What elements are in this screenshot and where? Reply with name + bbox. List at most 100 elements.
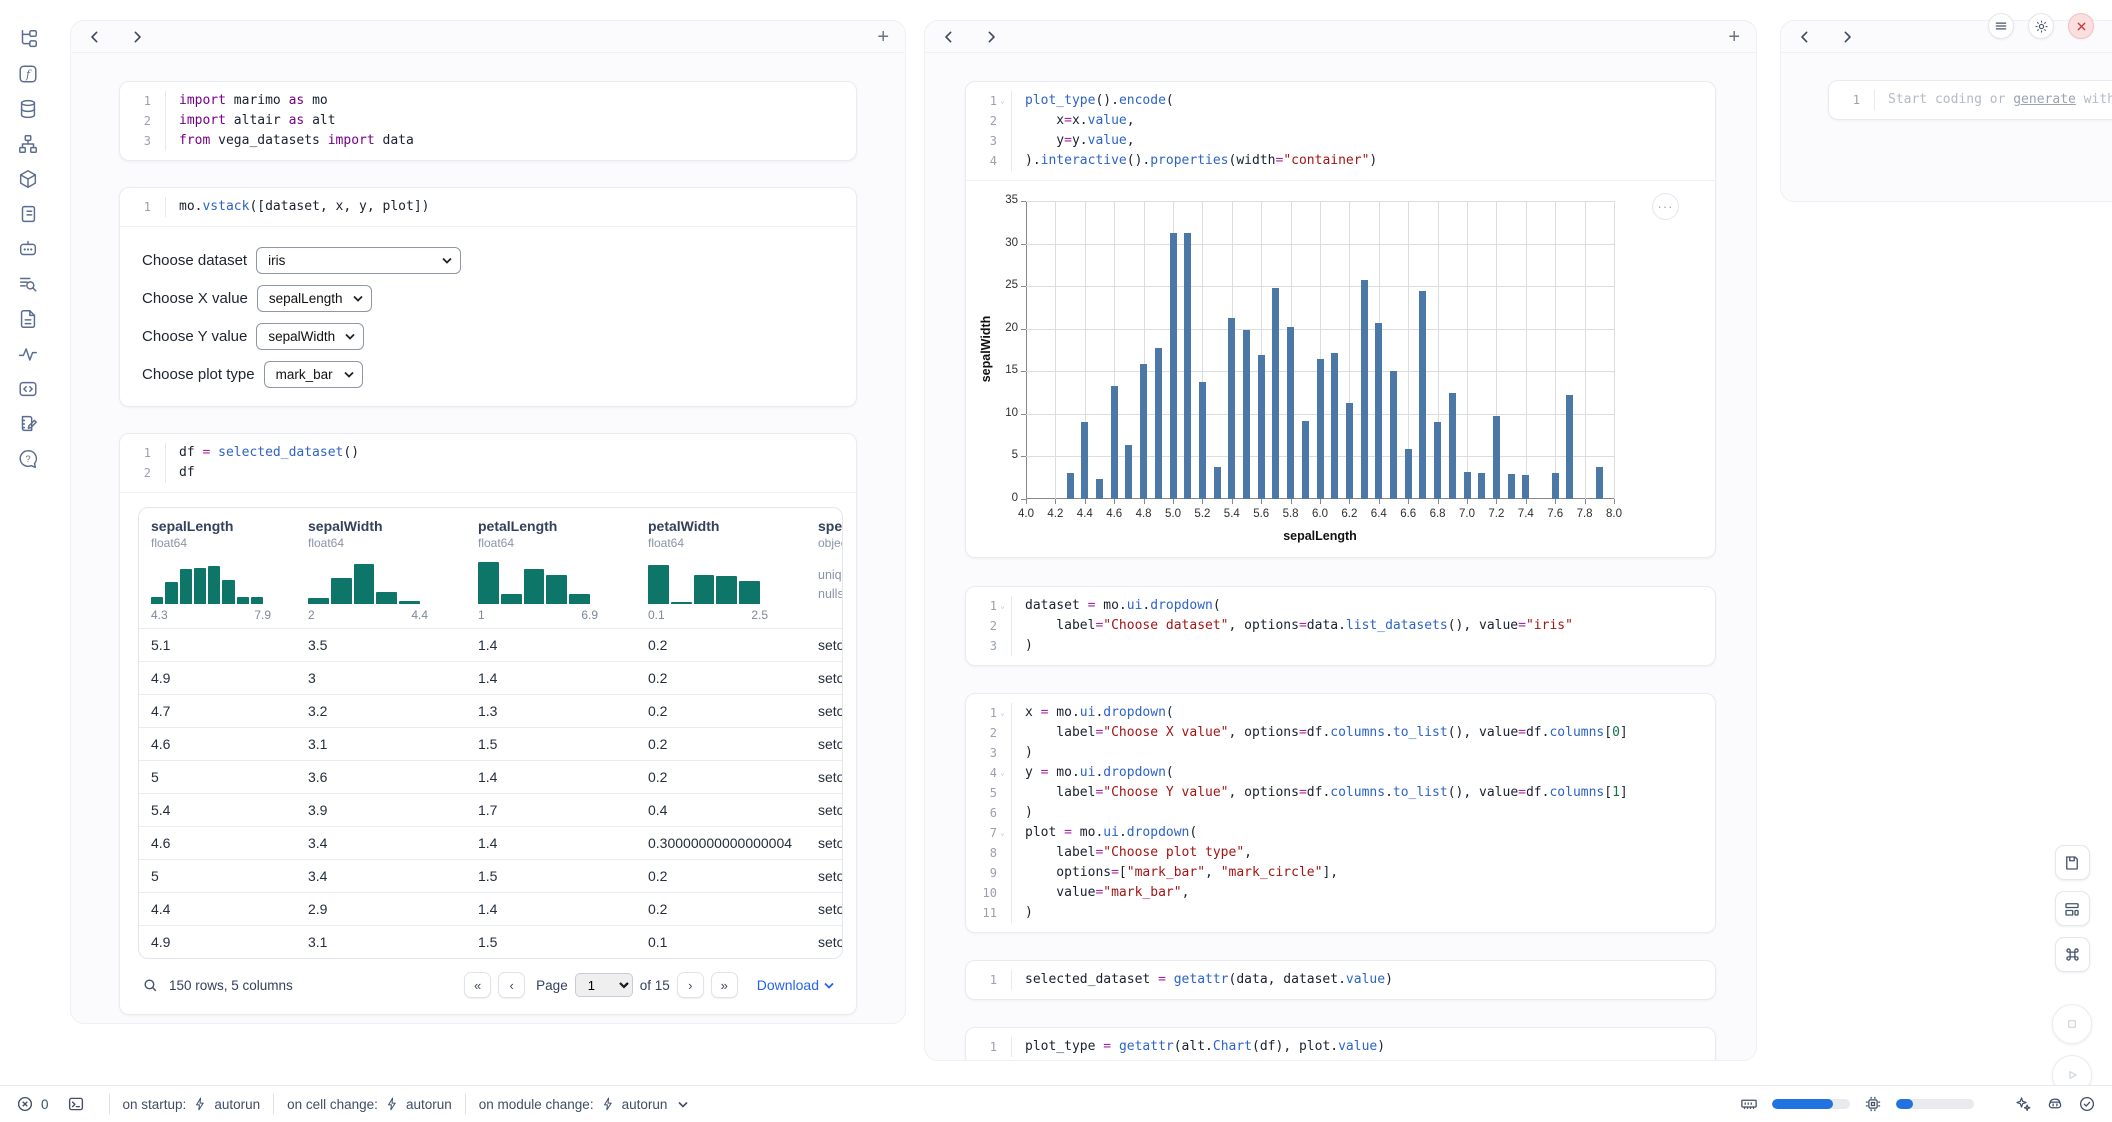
- generate-link[interactable]: generate: [2013, 92, 2076, 107]
- code-editor[interactable]: 1⌄x = mo.ui.dropdown(2 label="Choose X v…: [966, 694, 1715, 932]
- sidebar-dependency-graph-icon[interactable]: [17, 133, 39, 155]
- table-row[interactable]: 4.93.11.50.1setosa: [139, 925, 842, 958]
- settings-button[interactable]: [2028, 13, 2054, 39]
- cell-dataframe[interactable]: 1df = selected_dataset()2df sepalLengthf…: [119, 433, 857, 1015]
- sidebar-file-explorer-icon[interactable]: [17, 28, 39, 50]
- bar[interactable]: [1096, 479, 1103, 499]
- column-header-petalWidth[interactable]: petalWidthfloat640.12.5: [636, 508, 806, 628]
- column-header-species[interactable]: speciesobjectunique:nulls:: [806, 508, 843, 628]
- dropdown-select[interactable]: iris: [256, 247, 461, 274]
- sidebar-datasources-icon[interactable]: [17, 98, 39, 120]
- cell-vstack[interactable]: 1mo.vstack([dataset, x, y, plot]) Choose…: [119, 187, 857, 407]
- bar[interactable]: [1067, 473, 1074, 499]
- bar[interactable]: [1125, 445, 1132, 499]
- sidebar-scratchpad-icon[interactable]: [17, 273, 39, 295]
- bar[interactable]: [1331, 353, 1338, 499]
- add-cell-button[interactable]: +: [877, 27, 889, 47]
- bar[interactable]: [1508, 474, 1515, 499]
- sidebar-documentation-icon[interactable]: [17, 308, 39, 330]
- add-cell-button[interactable]: +: [1728, 27, 1740, 47]
- copilot-icon[interactable]: [2046, 1095, 2064, 1113]
- error-indicator[interactable]: 0: [16, 1095, 49, 1113]
- sidebar-functions-icon[interactable]: f: [17, 63, 39, 85]
- bar[interactable]: [1566, 395, 1573, 499]
- autorun-setting[interactable]: on startup:autorun: [123, 1096, 261, 1112]
- bar[interactable]: [1243, 330, 1250, 499]
- bar[interactable]: [1464, 472, 1471, 499]
- bar[interactable]: [1111, 386, 1118, 499]
- cell-dataset-dropdown[interactable]: 1⌄dataset = mo.ui.dropdown(2 label="Choo…: [965, 586, 1716, 666]
- bar[interactable]: [1081, 422, 1088, 499]
- table-row[interactable]: 53.61.40.2setosa: [139, 760, 842, 793]
- code-editor[interactable]: 1⌄dataset = mo.ui.dropdown(2 label="Choo…: [966, 587, 1715, 665]
- search-icon[interactable]: [142, 977, 159, 994]
- shutdown-button[interactable]: [2068, 13, 2094, 39]
- page-select[interactable]: 1: [575, 973, 633, 997]
- stop-button[interactable]: [2052, 1004, 2092, 1044]
- connection-status-icon[interactable]: [2078, 1095, 2096, 1113]
- save-button[interactable]: [2055, 845, 2090, 880]
- bar[interactable]: [1258, 355, 1265, 499]
- bar[interactable]: [1287, 327, 1294, 499]
- dropdown-select[interactable]: mark_bar: [264, 361, 363, 388]
- table-row[interactable]: 5.13.51.40.2setosa: [139, 628, 842, 661]
- bar[interactable]: [1199, 382, 1206, 499]
- last-page-button[interactable]: »: [711, 972, 738, 998]
- table-row[interactable]: 4.73.21.30.2setosa: [139, 694, 842, 727]
- dropdown-select[interactable]: sepalWidth: [256, 323, 364, 350]
- scroll-left-icon[interactable]: [941, 29, 957, 45]
- code-placeholder[interactable]: Start coding or generate with AI: [1875, 90, 2112, 110]
- bar[interactable]: [1449, 393, 1456, 499]
- bar[interactable]: [1434, 422, 1441, 499]
- table-row[interactable]: 4.63.11.50.2setosa: [139, 727, 842, 760]
- bar[interactable]: [1552, 473, 1559, 499]
- bar[interactable]: [1405, 449, 1412, 499]
- table-row[interactable]: 4.63.41.40.30000000000000004setosa: [139, 826, 842, 859]
- ai-sparkles-icon[interactable]: [2014, 1095, 2032, 1113]
- code-editor[interactable]: 1selected_dataset = getattr(data, datase…: [966, 961, 1715, 999]
- dropdown-select[interactable]: sepalLength: [257, 285, 372, 312]
- code-editor[interactable]: 1⌄plot_type().encode(2 x=x.value,3 y=y.v…: [966, 82, 1715, 180]
- bar[interactable]: [1214, 467, 1221, 499]
- bar[interactable]: [1228, 318, 1235, 499]
- bar[interactable]: [1272, 288, 1279, 499]
- bar[interactable]: [1361, 280, 1368, 499]
- bar[interactable]: [1493, 416, 1500, 499]
- bar[interactable]: [1596, 467, 1603, 499]
- autorun-setting[interactable]: on module change:autorun: [479, 1096, 689, 1112]
- cell-imports[interactable]: 1import marimo as mo2import altair as al…: [119, 81, 857, 161]
- code-editor[interactable]: 1import marimo as mo2import altair as al…: [120, 82, 856, 160]
- table-row[interactable]: 4.931.40.2setosa: [139, 661, 842, 694]
- first-page-button[interactable]: «: [464, 972, 491, 998]
- code-editor[interactable]: 1plot_type = getattr(alt.Chart(df), plot…: [966, 1028, 1715, 1061]
- sidebar-logs-icon[interactable]: [17, 203, 39, 225]
- sidebar-notebook-icon[interactable]: [17, 413, 39, 435]
- keyboard-shortcuts-button[interactable]: [2055, 937, 2090, 972]
- scroll-right-icon[interactable]: [983, 29, 999, 45]
- bar[interactable]: [1140, 364, 1147, 499]
- column-header-petalLength[interactable]: petalLengthfloat6416.9: [466, 508, 636, 628]
- bar[interactable]: [1419, 291, 1426, 499]
- prev-page-button[interactable]: ‹: [498, 972, 525, 998]
- sidebar-snippets-icon[interactable]: [17, 378, 39, 400]
- cell-new[interactable]: 1 Start coding or generate with AI: [1828, 80, 2112, 120]
- cell-xy-dropdowns[interactable]: 1⌄x = mo.ui.dropdown(2 label="Choose X v…: [965, 693, 1716, 933]
- sidebar-tracing-icon[interactable]: [17, 343, 39, 365]
- bar[interactable]: [1317, 359, 1324, 499]
- cell-selected-dataset[interactable]: 1selected_dataset = getattr(data, datase…: [965, 960, 1716, 1000]
- cell-plot-type[interactable]: 1plot_type = getattr(alt.Chart(df), plot…: [965, 1027, 1716, 1061]
- bar[interactable]: [1184, 233, 1191, 499]
- layout-button[interactable]: [2055, 891, 2090, 926]
- column-header-sepalLength[interactable]: sepalLengthfloat644.37.9: [139, 508, 296, 628]
- table-row[interactable]: 53.41.50.2setosa: [139, 859, 842, 892]
- cell-plot[interactable]: 1⌄plot_type().encode(2 x=x.value,3 y=y.v…: [965, 81, 1716, 558]
- bar[interactable]: [1478, 473, 1485, 499]
- bar[interactable]: [1170, 233, 1177, 499]
- bar[interactable]: [1522, 475, 1529, 499]
- table-row[interactable]: 4.42.91.40.2setosa: [139, 892, 842, 925]
- table-row[interactable]: 5.43.91.70.4setosa: [139, 793, 842, 826]
- next-page-button[interactable]: ›: [677, 972, 704, 998]
- bar[interactable]: [1302, 421, 1309, 499]
- sidebar-chat-icon[interactable]: [17, 238, 39, 260]
- terminal-button[interactable]: [67, 1095, 85, 1113]
